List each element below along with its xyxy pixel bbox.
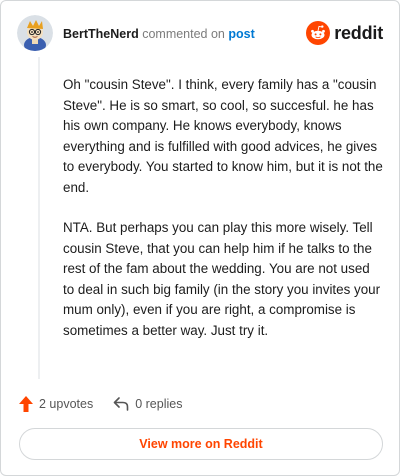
post-link[interactable]: post bbox=[228, 27, 254, 41]
avatar-icon bbox=[17, 15, 53, 51]
reddit-logo[interactable]: reddit bbox=[306, 21, 383, 45]
reply-count: 0 replies bbox=[135, 397, 183, 411]
reddit-wordmark: reddit bbox=[334, 22, 383, 43]
upvote-arrow-icon bbox=[19, 396, 33, 412]
user-avatar[interactable] bbox=[17, 15, 53, 51]
view-more-button[interactable]: View more on Reddit bbox=[19, 428, 383, 460]
upvote-button[interactable]: 2 upvotes bbox=[19, 396, 93, 412]
comment-paragraph-1: Oh "cousin Steve". I think, every family… bbox=[63, 77, 383, 195]
reply-arrow-icon bbox=[113, 397, 129, 411]
view-more-label: View more on Reddit bbox=[139, 437, 263, 451]
reddit-snoo-icon bbox=[306, 21, 331, 45]
reply-button[interactable]: 0 replies bbox=[113, 397, 182, 411]
comment-meta: BertTheNerd commented on post bbox=[63, 27, 255, 41]
thread-line bbox=[38, 57, 40, 379]
comment-card: BertTheNerd commented on post reddit Oh … bbox=[0, 0, 400, 476]
comment-actions: 2 upvotes 0 replies bbox=[19, 393, 182, 415]
comment-body: Oh "cousin Steve". I think, every family… bbox=[63, 75, 383, 361]
action-text: commented on bbox=[142, 27, 225, 41]
comment-paragraph-2: NTA. But perhaps you can play this more … bbox=[63, 220, 381, 338]
upvote-count: 2 upvotes bbox=[39, 397, 94, 411]
comment-header: BertTheNerd commented on post reddit bbox=[17, 15, 383, 55]
username[interactable]: BertTheNerd bbox=[63, 27, 139, 41]
